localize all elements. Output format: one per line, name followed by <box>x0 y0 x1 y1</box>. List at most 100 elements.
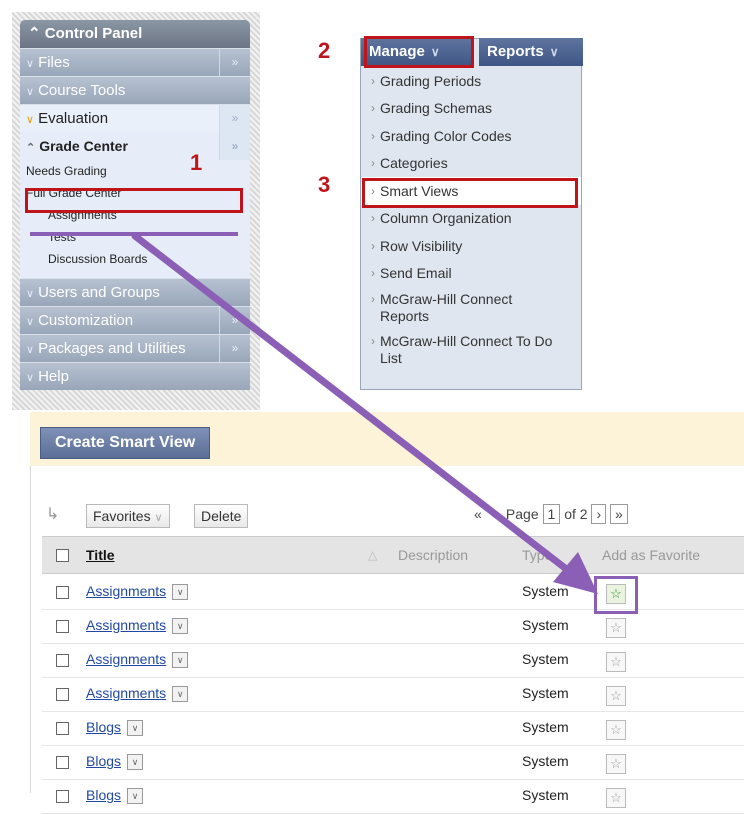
manage-menu: › Grading Periods › Grading Schemas › Gradi… <box>360 38 582 390</box>
create-smart-view-button[interactable]: Create Smart View <box>40 427 211 459</box>
smart-view-type: System <box>522 583 569 599</box>
reports-tab[interactable]: Reports ∨ <box>479 38 583 66</box>
menu-item-column-organization[interactable]: › Column Organization <box>361 205 581 233</box>
chevron-right-icon: › <box>371 73 375 88</box>
chevron-down-icon[interactable]: ∨ <box>127 788 144 805</box>
smart-view-title-link[interactable]: Assignments ∨ <box>86 583 189 601</box>
menu-item-row-visibility[interactable]: › Row Visibility <box>361 232 581 260</box>
chevron-down-icon[interactable]: ∨ <box>127 720 144 737</box>
tests-link[interactable]: Tests <box>20 226 250 248</box>
page-number-input[interactable]: 1 <box>542 504 561 524</box>
cp-item-evaluation[interactable]: ∨ Evaluation » <box>20 104 250 132</box>
type-column-header[interactable]: Type <box>522 537 552 573</box>
smart-view-type: System <box>522 787 569 803</box>
select-arrow-icon: ↳ <box>46 506 60 523</box>
table-row: Blogs ∨ System ☆ <box>42 745 744 780</box>
expand-icon[interactable]: » <box>219 307 250 334</box>
chevron-right-icon: › <box>371 238 375 253</box>
chevron-down-icon: ∨ <box>26 114 35 126</box>
cp-item-customization[interactable]: ∨ Customization » <box>20 306 250 334</box>
title-column-header[interactable]: Title <box>86 537 115 573</box>
chevron-down-icon: ∨ <box>154 512 163 524</box>
star-icon[interactable]: ☆ <box>606 618 626 638</box>
description-column-header[interactable]: Description <box>398 537 468 573</box>
chevron-down-icon[interactable]: ∨ <box>172 686 189 703</box>
first-page-icon[interactable]: « <box>474 506 482 522</box>
discussion-boards-link[interactable]: Discussion Boards <box>20 248 250 270</box>
pager: « ‹ Page 1 of 2 › » <box>474 504 628 524</box>
cp-item-help[interactable]: ∨ Help <box>20 362 250 390</box>
expand-icon[interactable]: » <box>219 132 250 160</box>
star-icon[interactable]: ☆ <box>606 686 626 706</box>
menu-item-grading-periods[interactable]: › Grading Periods <box>361 67 581 95</box>
expand-icon[interactable]: » <box>219 335 250 362</box>
smart-view-title-link[interactable]: Assignments ∨ <box>86 651 189 669</box>
chevron-down-icon[interactable]: ∨ <box>127 754 144 771</box>
chevron-down-icon[interactable]: ∨ <box>172 584 189 601</box>
cp-item-packages[interactable]: ∨ Packages and Utilities » <box>20 334 250 362</box>
smart-view-title-link[interactable]: Assignments ∨ <box>86 617 189 635</box>
delete-button[interactable]: Delete <box>194 504 249 528</box>
step-3-highlight <box>362 178 578 208</box>
smart-view-title-link[interactable]: Blogs ∨ <box>86 719 144 737</box>
chevron-down-icon: ∨ <box>549 45 559 59</box>
smart-view-title-link[interactable]: Blogs ∨ <box>86 753 144 771</box>
star-icon[interactable]: ☆ <box>606 652 626 672</box>
chevron-down-icon[interactable]: ∨ <box>172 652 189 669</box>
next-page-icon[interactable]: › <box>591 504 607 524</box>
table-row: Assignments ∨ System ☆ <box>42 677 744 712</box>
table-row: Blogs ∨ System ☆ <box>42 711 744 746</box>
chevron-down-icon: ∨ <box>26 288 35 300</box>
smart-view-title-link[interactable]: Assignments ∨ <box>86 685 189 703</box>
row-checkbox[interactable] <box>56 654 69 667</box>
table-row: Assignments ∨ System ☆ <box>42 609 744 644</box>
row-checkbox[interactable] <box>56 756 69 769</box>
menu-item-categories[interactable]: › Categories <box>361 150 581 178</box>
row-checkbox[interactable] <box>56 722 69 735</box>
step-1-label: 1 <box>190 150 203 175</box>
expand-icon[interactable]: » <box>219 105 250 132</box>
table-header: Title △ Description Type Add as Favorite <box>42 536 744 574</box>
prev-page-icon[interactable]: ‹ <box>493 506 498 522</box>
needs-grading-link[interactable]: Needs Grading <box>20 160 250 182</box>
menu-item-grading-color-codes[interactable]: › Grading Color Codes <box>361 122 581 150</box>
smart-view-type: System <box>522 753 569 769</box>
step-1-highlight <box>25 188 243 213</box>
row-checkbox[interactable] <box>56 586 69 599</box>
chevron-right-icon: › <box>371 101 375 116</box>
expand-icon[interactable]: » <box>219 49 250 76</box>
chevron-down-icon[interactable]: ∨ <box>172 618 189 635</box>
table-row: Blogs ∨ System ☆ <box>42 779 744 814</box>
row-checkbox[interactable] <box>56 688 69 701</box>
chevron-down-icon: ∨ <box>26 58 35 70</box>
cp-item-files[interactable]: ∨ Files » <box>20 48 250 76</box>
sort-ascending-icon[interactable]: △ <box>368 537 377 573</box>
smart-view-type: System <box>522 719 569 735</box>
grade-center-title[interactable]: ⌃ Grade Center » <box>20 132 250 160</box>
table-row: Assignments ∨ System ☆ <box>42 643 744 678</box>
cp-item-users-groups[interactable]: ∨ Users and Groups <box>20 278 250 306</box>
select-all-checkbox[interactable] <box>56 549 69 562</box>
menu-item-connect-todo[interactable]: › McGraw-Hill Connect To Do List <box>361 329 581 371</box>
menu-item-connect-reports[interactable]: › McGraw-Hill Connect Reports <box>361 287 581 329</box>
row-checkbox[interactable] <box>56 790 69 803</box>
cp-item-course-tools[interactable]: ∨ Course Tools <box>20 76 250 104</box>
smart-view-title-link[interactable]: Blogs ∨ <box>86 787 144 805</box>
step-2-label: 2 <box>318 38 331 63</box>
star-icon[interactable]: ☆ <box>606 754 626 774</box>
chevron-down-icon: ∨ <box>26 86 35 98</box>
row-checkbox[interactable] <box>56 620 69 633</box>
menu-item-grading-schemas[interactable]: › Grading Schemas <box>361 95 581 123</box>
menu-item-send-email[interactable]: › Send Email <box>361 260 581 288</box>
smart-view-type: System <box>522 651 569 667</box>
control-panel-header[interactable]: ⌃ Control Panel <box>20 20 250 48</box>
last-page-icon[interactable]: » <box>610 504 628 524</box>
chevron-right-icon: › <box>371 211 375 226</box>
star-icon[interactable]: ☆ <box>606 720 626 740</box>
favorite-highlight <box>594 576 638 614</box>
star-icon[interactable]: ☆ <box>606 788 626 808</box>
chevron-up-icon: ⌃ <box>26 142 36 154</box>
smart-view-type: System <box>522 617 569 633</box>
chevron-down-icon: ∨ <box>26 344 35 356</box>
favorites-button[interactable]: Favorites ∨ <box>86 504 170 528</box>
